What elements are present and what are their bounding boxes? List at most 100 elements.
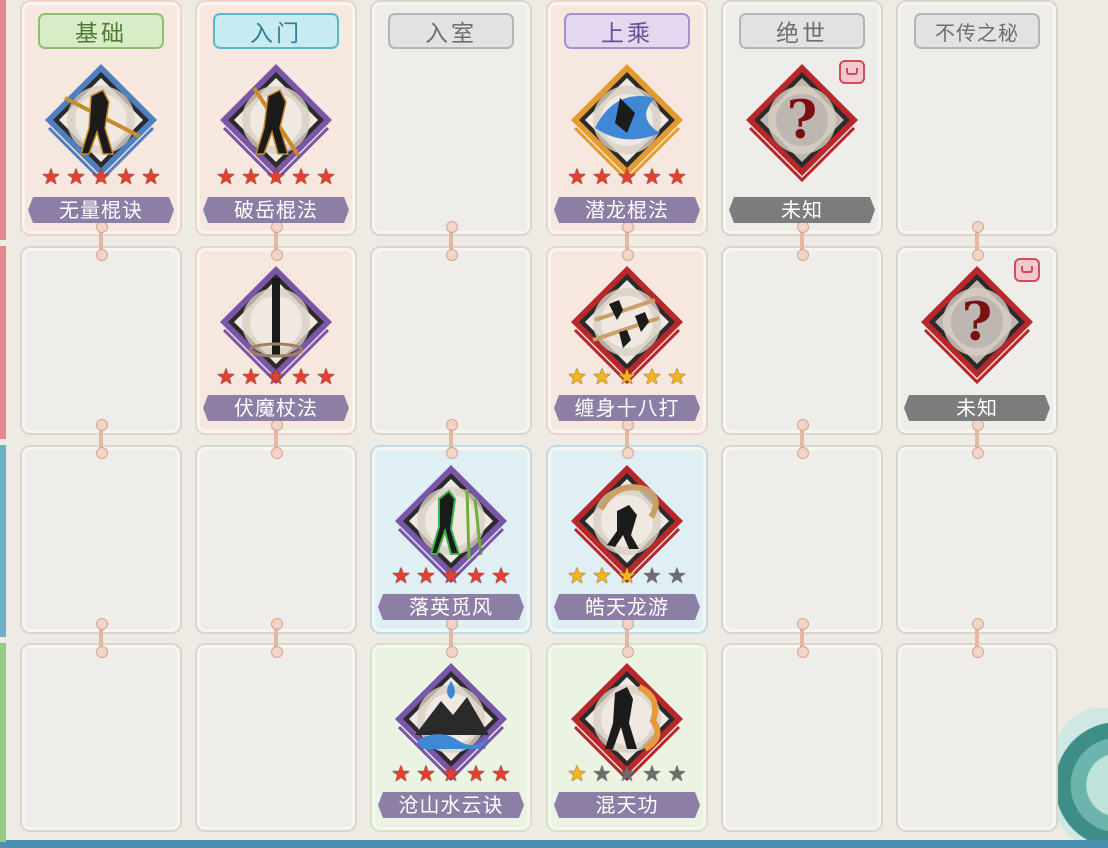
skill-name: 未知	[904, 395, 1050, 421]
star-icon: ★	[291, 165, 311, 190]
skill-diamond[interactable]	[565, 58, 689, 182]
star-rating: ★ ★ ★ ★ ★	[566, 566, 688, 588]
skill-card[interactable]: ★ ★ ★ ★ ★ 破岳棍法	[195, 48, 357, 237]
star-icon: ★	[617, 365, 637, 390]
skill-card[interactable]: ★ ★ ★ ★ ★ 潜龙棍法	[546, 48, 708, 237]
star-icon: ★	[141, 165, 161, 190]
skill-card[interactable]: ★ ★ ★ ★ ★ 沧山水云诀	[370, 643, 532, 832]
skill-card[interactable]: ★ ★ ★ ★ ★ 皓天龙游	[546, 445, 708, 634]
star-icon: ★	[567, 165, 587, 190]
row-connector	[972, 618, 984, 658]
star-icon: ★	[466, 564, 486, 589]
star-icon: ★	[66, 165, 86, 190]
star-icon: ★	[642, 762, 662, 787]
column-header: 入室	[388, 13, 514, 49]
star-icon: ★	[617, 564, 637, 589]
skill-card[interactable]: ★ ★ ★ ★ ★ 无量棍诀	[20, 48, 182, 237]
staff-fighter-icon	[45, 64, 157, 182]
star-icon: ★	[216, 165, 236, 190]
skill-name: 破岳棍法	[203, 197, 349, 223]
star-icon: ★	[592, 564, 612, 589]
star-rating: ★ ★ ★ ★ ★	[390, 566, 512, 588]
skill-name: 混天功	[554, 792, 700, 818]
skill-card[interactable]: ★ ★ ★ ★ ★ 落英觅风	[370, 445, 532, 634]
star-icon: ★	[667, 165, 687, 190]
row-connector	[797, 419, 809, 459]
star-rating: ★ ★ ★ ★ ★	[566, 367, 688, 389]
star-icon: ★	[116, 165, 136, 190]
star-icon: ★	[266, 165, 286, 190]
star-rating: ★ ★ ★ ★ ★	[566, 167, 688, 189]
star-icon: ★	[667, 365, 687, 390]
star-icon: ★	[567, 762, 587, 787]
star-rating: ★ ★ ★ ★ ★	[215, 167, 337, 189]
row-connector	[96, 618, 108, 658]
star-icon: ★	[617, 762, 637, 787]
star-icon: ★	[642, 564, 662, 589]
star-icon: ★	[592, 165, 612, 190]
row-connector	[271, 618, 283, 658]
star-rating: ★ ★ ★ ★ ★	[390, 764, 512, 786]
star-icon: ★	[592, 762, 612, 787]
star-icon: ★	[316, 365, 336, 390]
skill-tree-board: 基础 入门 入室 上乘 绝世 不传之秘 ★ ★ ★ ★ ★ 无量棍诀 ★ ★ ★ ★ ★ 破岳棍法 ★ ★ ★ ★ ★ 潜龙棍…	[0, 0, 1108, 848]
star-icon: ★	[241, 165, 261, 190]
star-icon: ★	[466, 762, 486, 787]
star-icon: ★	[642, 365, 662, 390]
star-icon: ★	[91, 165, 111, 190]
column-header: 入门	[213, 13, 339, 49]
skill-slot[interactable]	[20, 643, 182, 832]
star-icon: ★	[291, 365, 311, 390]
skill-slot[interactable]	[20, 445, 182, 634]
row-connector	[96, 419, 108, 459]
skill-slot[interactable]	[896, 643, 1058, 832]
skill-slot[interactable]	[721, 445, 883, 634]
skill-slot[interactable]	[721, 643, 883, 832]
column-header: 上乘	[564, 13, 690, 49]
skill-slot[interactable]	[721, 246, 883, 435]
row-connector	[446, 221, 458, 261]
star-icon: ★	[491, 564, 511, 589]
star-icon: ★	[567, 564, 587, 589]
skill-diamond[interactable]	[39, 58, 163, 182]
skill-name: 无量棍诀	[28, 197, 174, 223]
star-rating: ★ ★ ★ ★ ★	[566, 764, 688, 786]
star-icon: ★	[441, 762, 461, 787]
left-rail-segment	[0, 0, 6, 240]
svg-text:?: ?	[787, 90, 817, 151]
skill-slot[interactable]	[195, 643, 357, 832]
star-icon: ★	[617, 165, 637, 190]
star-icon: ★	[416, 564, 436, 589]
star-icon: ★	[667, 564, 687, 589]
star-icon: ★	[642, 165, 662, 190]
star-icon: ★	[41, 165, 61, 190]
skill-slot[interactable]	[896, 445, 1058, 634]
skill-slot[interactable]	[195, 445, 357, 634]
star-icon: ★	[391, 564, 411, 589]
skill-card[interactable]: ★ ★ ★ ★ ★ 缠身十八打	[546, 246, 708, 435]
row-connector	[797, 618, 809, 658]
star-icon: ★	[491, 762, 511, 787]
skill-diamond[interactable]	[214, 58, 338, 182]
column-header: 绝世	[739, 13, 865, 49]
star-icon: ★	[567, 365, 587, 390]
star-icon: ★	[441, 564, 461, 589]
left-rail-segment	[0, 246, 6, 439]
star-icon: ★	[241, 365, 261, 390]
skill-card[interactable]: ★ ★ ★ ★ ★ 混天功	[546, 643, 708, 832]
skill-name: 缠身十八打	[554, 395, 700, 421]
star-icon: ★	[391, 762, 411, 787]
star-icon: ★	[216, 365, 236, 390]
skill-card[interactable]: ★ ★ ★ ★ ★ 伏魔杖法	[195, 246, 357, 435]
star-icon: ★	[266, 365, 286, 390]
lock-icon	[1014, 258, 1040, 282]
staff-swing-icon	[220, 64, 332, 182]
column-header: 不传之秘	[914, 13, 1040, 49]
skill-slot[interactable]	[370, 246, 532, 435]
skill-card[interactable]: ? 未知	[896, 246, 1058, 435]
skill-name: 沧山水云诀	[378, 792, 524, 818]
star-icon: ★	[316, 165, 336, 190]
water-dragon-icon	[571, 64, 683, 182]
skill-card[interactable]: ? 未知	[721, 48, 883, 237]
skill-slot[interactable]	[20, 246, 182, 435]
